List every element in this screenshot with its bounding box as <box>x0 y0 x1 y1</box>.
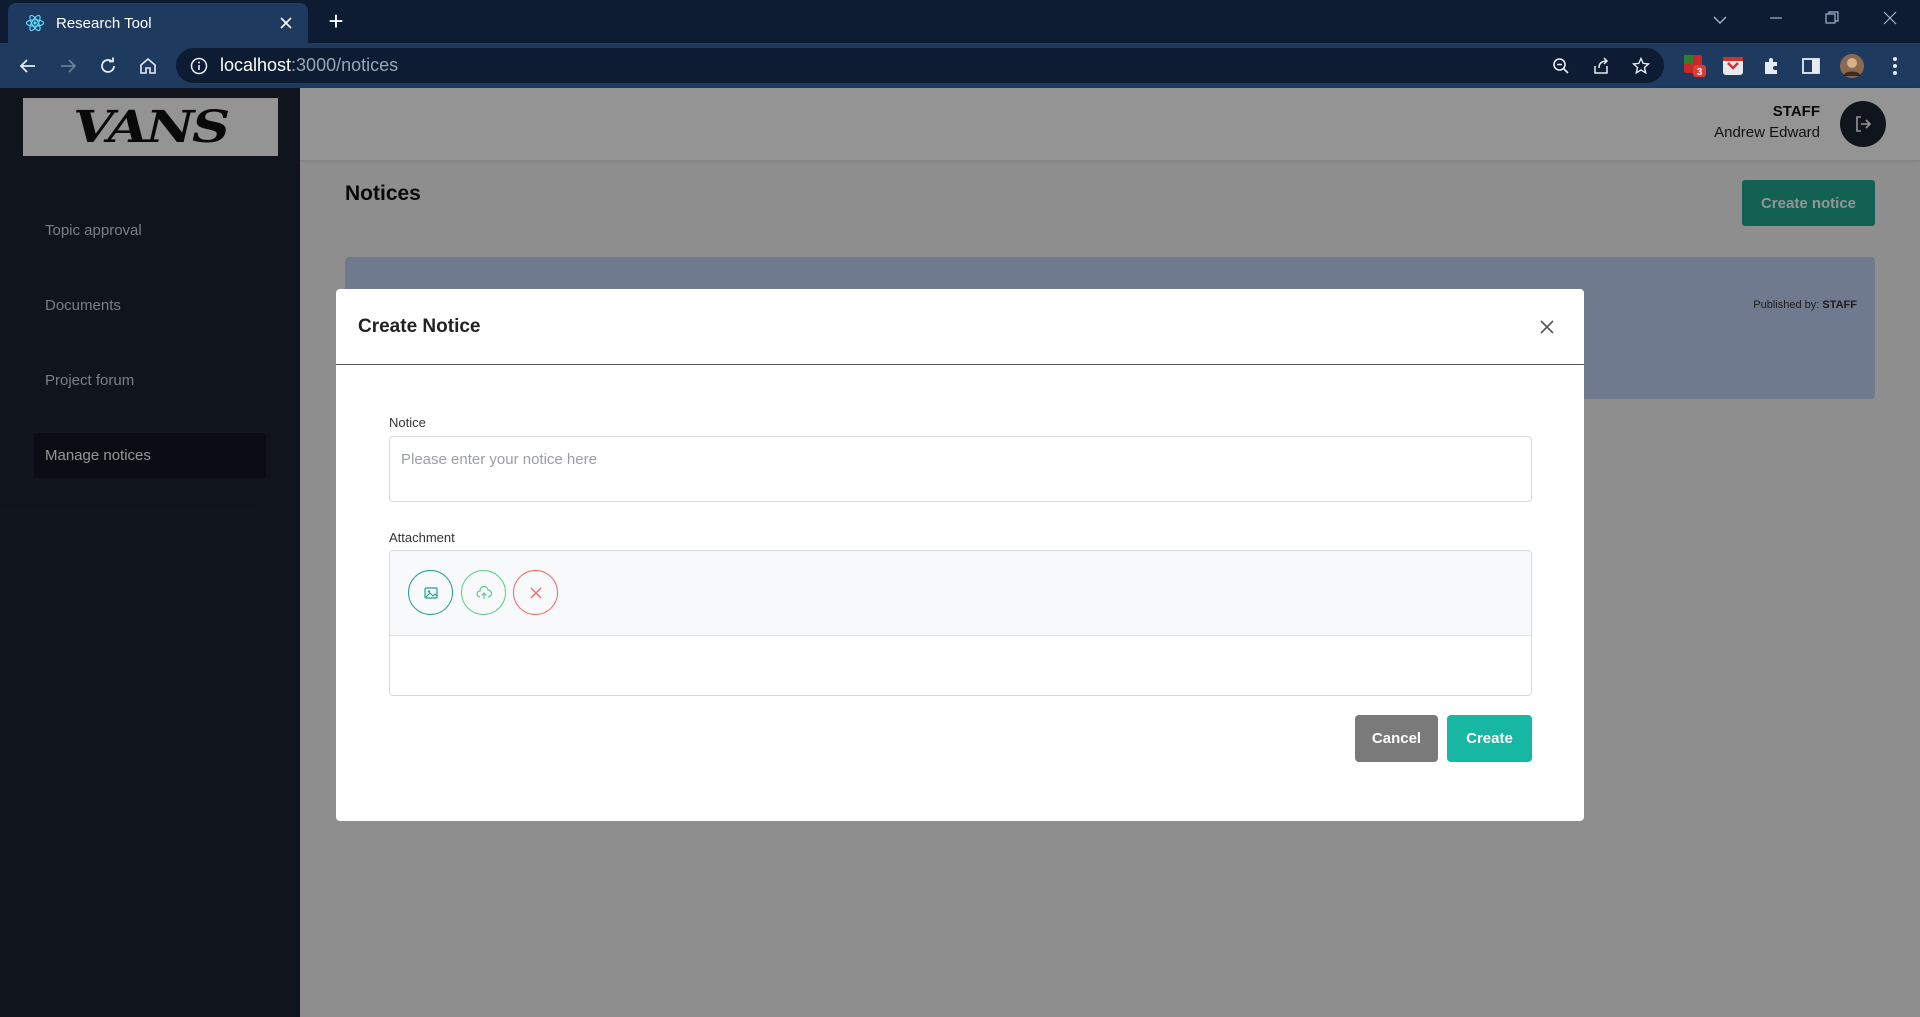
bookmark-star-icon[interactable] <box>1626 48 1656 83</box>
forward-icon[interactable] <box>53 51 83 81</box>
tab-search-icon[interactable] <box>1700 6 1740 36</box>
minimize-icon[interactable] <box>1756 6 1796 36</box>
browser-menu-icon[interactable] <box>1880 51 1910 81</box>
back-icon[interactable] <box>13 51 43 81</box>
cloud-upload-icon <box>475 585 492 599</box>
notice-label: Notice <box>389 415 426 430</box>
address-bar[interactable]: localhost:3000/notices <box>176 48 1664 83</box>
info-icon[interactable] <box>190 57 208 75</box>
browser-tab[interactable]: Research Tool <box>8 3 308 43</box>
attachment-upload <box>389 550 1532 696</box>
attachment-toolbar <box>390 551 1531 636</box>
extensions-puzzle-icon[interactable] <box>1757 51 1787 81</box>
url-host: localhost <box>220 55 292 75</box>
create-button[interactable]: Create <box>1447 715 1532 762</box>
browser-tabbar: Research Tool + <box>0 0 1920 43</box>
url-path: :3000/notices <box>291 55 399 75</box>
modal-title: Create Notice <box>358 316 481 337</box>
upload-button[interactable] <box>461 570 506 615</box>
tab-title: Research Tool <box>56 14 152 32</box>
pocket-icon[interactable] <box>1718 51 1748 81</box>
react-icon <box>24 12 46 34</box>
image-icon <box>423 586 438 599</box>
modal-close-button[interactable] <box>1536 316 1558 338</box>
close-icon <box>1540 320 1554 334</box>
close-icon <box>530 587 541 598</box>
extension-badge-count: 3 <box>1697 67 1703 78</box>
window-close-icon[interactable] <box>1870 6 1910 36</box>
modal-header: Create Notice <box>336 289 1584 365</box>
attachment-label: Attachment <box>389 530 455 545</box>
choose-file-button[interactable] <box>408 570 453 615</box>
cancel-button[interactable]: Cancel <box>1355 715 1438 762</box>
share-icon[interactable] <box>1586 48 1616 83</box>
create-notice-modal: Create Notice Notice Attachment Cancel C… <box>336 289 1584 821</box>
reload-icon[interactable] <box>93 51 123 81</box>
tab-close-icon[interactable] <box>276 13 296 33</box>
extension-flag-icon[interactable]: 3 <box>1680 51 1710 81</box>
browser-toolbar: localhost:3000/notices 3 <box>0 43 1920 88</box>
cancel-upload-button[interactable] <box>513 570 558 615</box>
restore-icon[interactable] <box>1812 6 1852 36</box>
notice-input[interactable] <box>389 436 1532 502</box>
profile-avatar-icon[interactable] <box>1837 51 1867 81</box>
side-panel-icon[interactable] <box>1796 51 1826 81</box>
zoom-icon[interactable] <box>1546 48 1576 83</box>
new-tab-button[interactable]: + <box>322 8 350 36</box>
home-icon[interactable] <box>133 51 163 81</box>
